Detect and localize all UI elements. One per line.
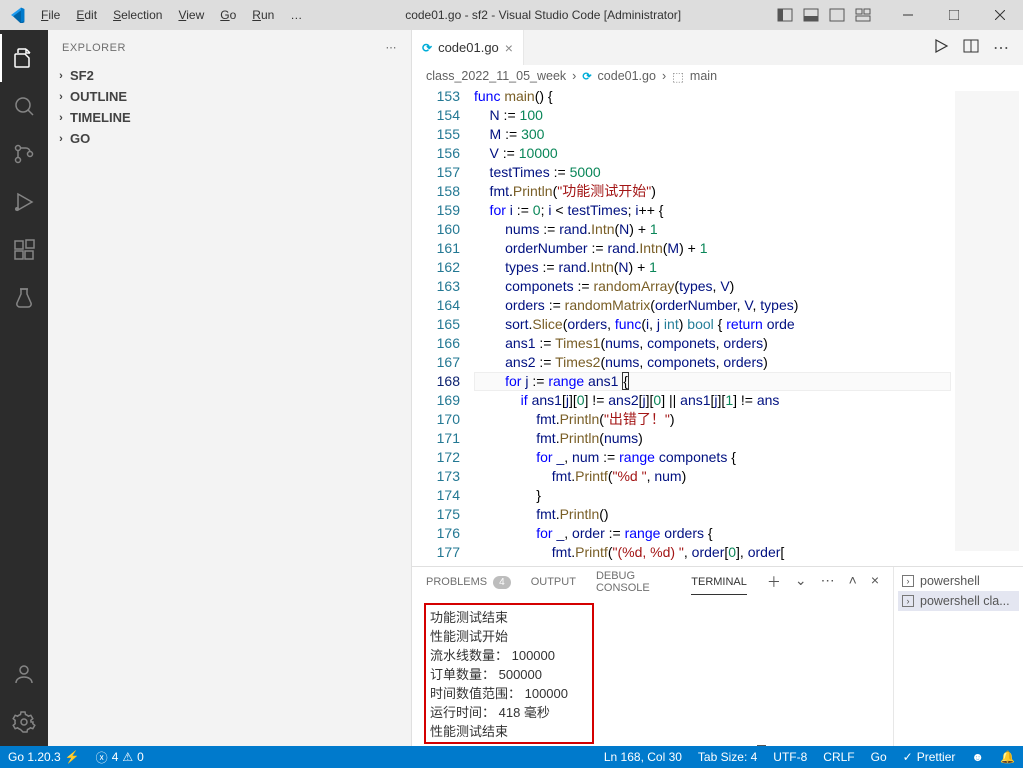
sidebar: EXPLORER ⋯ ›SF2 ›OUTLINE ›TIMELINE ›GO <box>48 30 412 746</box>
status-encoding[interactable]: UTF-8 <box>765 750 815 764</box>
toggle-panel-right-icon[interactable] <box>829 7 845 23</box>
minimize-button[interactable] <box>885 0 931 30</box>
breadcrumbs[interactable]: class_2022_11_05_week › ⟳ code01.go › ⬚ … <box>412 65 1023 87</box>
terminal-icon: › <box>902 575 914 587</box>
editor-area: ⟳ code01.go × ⋯ class_2022_11_05_week › … <box>412 30 1023 746</box>
customize-layout-icon[interactable] <box>855 7 871 23</box>
chevron-right-icon: › <box>54 133 68 145</box>
window-title: code01.go - sf2 - Visual Studio Code [Ad… <box>309 8 777 22</box>
title-bar: FFileile Edit Selection View Go Run … co… <box>0 0 1023 30</box>
tab-problems[interactable]: PROBLEMS4 <box>426 570 511 595</box>
tab-label: code01.go <box>438 40 499 55</box>
maximize-button[interactable] <box>931 0 977 30</box>
go-file-icon: ⟳ <box>422 41 432 55</box>
terminal-dropdown-icon[interactable]: ⌄ <box>795 572 807 592</box>
run-file-icon[interactable] <box>933 38 949 58</box>
status-language[interactable]: Go <box>863 750 895 764</box>
run-debug-icon[interactable] <box>0 178 48 226</box>
panel-tabs: PROBLEMS4 OUTPUT DEBUG CONSOLE TERMINAL … <box>412 567 893 597</box>
close-icon[interactable]: × <box>505 40 513 56</box>
terminal-list: ›powershell ›powershell cla... <box>893 567 1023 746</box>
terminal-content[interactable]: 功能测试结束性能测试开始流水线数量： 100000订单数量： 500000时间数… <box>412 597 893 767</box>
sidebar-item-timeline[interactable]: ›TIMELINE <box>48 107 411 128</box>
settings-gear-icon[interactable] <box>0 698 48 746</box>
breadcrumb-file[interactable]: code01.go <box>598 69 656 83</box>
breadcrumb-symbol[interactable]: main <box>690 69 717 83</box>
explorer-icon[interactable] <box>0 34 48 82</box>
code-content[interactable]: func main() { N := 100 M := 300 V := 100… <box>474 87 951 566</box>
close-button[interactable] <box>977 0 1023 30</box>
new-terminal-icon[interactable]: ＋ <box>767 572 781 592</box>
vscode-logo-icon <box>0 7 34 23</box>
maximize-panel-icon[interactable]: ˄ <box>849 572 857 592</box>
explorer-title: EXPLORER <box>62 42 126 54</box>
sidebar-item-go[interactable]: ›GO <box>48 128 411 149</box>
menu-bar: FFileile Edit Selection View Go Run … <box>34 4 309 26</box>
chevron-right-icon: › <box>54 91 68 103</box>
line-numbers: 1531541551561571581591601611621631641651… <box>412 87 474 566</box>
editor-tabs: ⟳ code01.go × ⋯ <box>412 30 1023 65</box>
menu-go[interactable]: Go <box>213 4 243 26</box>
tab-terminal[interactable]: TERMINAL <box>691 570 747 595</box>
explorer-more-icon[interactable]: ⋯ <box>386 41 398 54</box>
status-notifications-icon[interactable]: 🔔 <box>992 750 1023 764</box>
toggle-panel-bottom-icon[interactable] <box>803 7 819 23</box>
sidebar-item-sf2[interactable]: ›SF2 <box>48 65 411 86</box>
terminal-icon: › <box>902 595 914 607</box>
activity-bar <box>0 30 48 746</box>
testing-icon[interactable] <box>0 274 48 322</box>
extensions-icon[interactable] <box>0 226 48 274</box>
menu-view[interactable]: View <box>171 4 211 26</box>
status-eol[interactable]: CRLF <box>815 750 862 764</box>
layout-controls <box>777 7 885 23</box>
close-panel-icon[interactable]: × <box>871 572 879 592</box>
menu-edit[interactable]: Edit <box>69 4 104 26</box>
source-control-icon[interactable] <box>0 130 48 178</box>
split-editor-icon[interactable] <box>963 38 979 58</box>
chevron-right-icon: › <box>54 112 68 124</box>
terminal-highlighted-output: 功能测试结束性能测试开始流水线数量： 100000订单数量： 500000时间数… <box>424 603 594 744</box>
error-icon: ⓧ <box>96 749 108 766</box>
menu-file[interactable]: FFileile <box>34 4 67 26</box>
bottom-panel: PROBLEMS4 OUTPUT DEBUG CONSOLE TERMINAL … <box>412 566 1023 746</box>
check-icon: ✓ <box>903 750 913 764</box>
breadcrumb-folder[interactable]: class_2022_11_05_week <box>426 69 566 83</box>
problems-count-badge: 4 <box>493 576 511 589</box>
sidebar-item-outline[interactable]: ›OUTLINE <box>48 86 411 107</box>
toggle-panel-left-icon[interactable] <box>777 7 793 23</box>
go-file-icon: ⟳ <box>582 70 591 83</box>
lightning-icon: ⚡ <box>65 750 80 764</box>
panel-more-icon[interactable]: ⋯ <box>821 572 835 592</box>
status-bar: Go 1.20.3⚡ ⓧ4 ⚠0 Ln 168, Col 30 Tab Size… <box>0 746 1023 768</box>
window-controls <box>885 0 1023 30</box>
search-icon[interactable] <box>0 82 48 130</box>
editor-body[interactable]: 1531541551561571581591601611621631641651… <box>412 87 1023 566</box>
status-cursor-position[interactable]: Ln 168, Col 30 <box>596 750 690 764</box>
minimap[interactable] <box>951 87 1023 566</box>
symbol-method-icon: ⬚ <box>672 69 684 84</box>
chevron-right-icon: › <box>662 69 666 83</box>
editor-more-icon[interactable]: ⋯ <box>993 38 1009 58</box>
status-go-version[interactable]: Go 1.20.3⚡ <box>0 746 88 768</box>
menu-selection[interactable]: Selection <box>106 4 169 26</box>
status-prettier[interactable]: ✓Prettier <box>895 750 964 764</box>
chevron-right-icon: › <box>54 70 68 82</box>
accounts-icon[interactable] <box>0 650 48 698</box>
menu-run[interactable]: Run <box>245 4 281 26</box>
status-feedback-icon[interactable]: ☻ <box>963 750 992 764</box>
tab-debug-console[interactable]: DEBUG CONSOLE <box>596 564 671 600</box>
terminal-item-powershell-2[interactable]: ›powershell cla... <box>898 591 1019 611</box>
status-problems[interactable]: ⓧ4 ⚠0 <box>88 746 152 768</box>
tab-code01-go[interactable]: ⟳ code01.go × <box>412 30 524 65</box>
status-tab-size[interactable]: Tab Size: 4 <box>690 750 765 764</box>
menu-more[interactable]: … <box>283 4 309 26</box>
warning-icon: ⚠ <box>122 750 133 764</box>
chevron-right-icon: › <box>572 69 576 83</box>
tab-output[interactable]: OUTPUT <box>531 570 576 594</box>
terminal-item-powershell-1[interactable]: ›powershell <box>898 571 1019 591</box>
